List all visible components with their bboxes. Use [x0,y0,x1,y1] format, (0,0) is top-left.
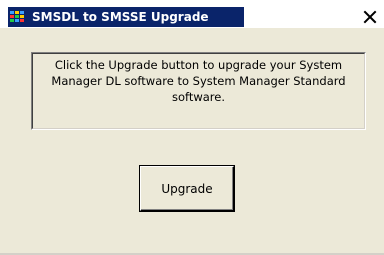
title-bar[interactable]: SMSDL to SMSSE Upgrade [0,0,384,28]
upgrade-button[interactable]: Upgrade [139,165,235,212]
close-button[interactable] [362,9,378,25]
window-title: SMSDL to SMSSE Upgrade [32,10,209,24]
close-icon [363,10,377,24]
upgrade-dialog: SMSDL to SMSSE Upgrade Click the Upgrade… [0,0,384,255]
message-panel: Click the Upgrade button to upgrade your… [31,52,366,130]
message-text: Click the Upgrade button to upgrade your… [51,58,346,104]
upgrade-button-label: Upgrade [161,181,213,196]
app-grid-icon [10,10,26,24]
